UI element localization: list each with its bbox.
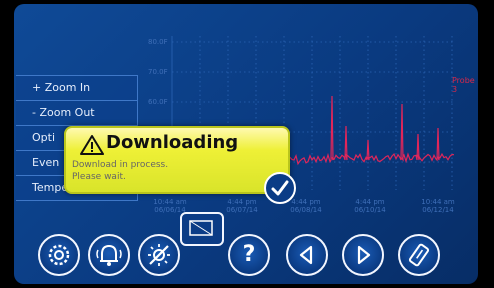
brightness-button[interactable] <box>138 234 180 276</box>
screen-icon <box>189 220 213 236</box>
checkmark-icon <box>271 180 289 196</box>
y-tick-label: 60.0F <box>148 98 168 106</box>
probe-3-trace <box>283 95 455 166</box>
device-screen-photo: 80.0F 70.0F 60.0F 10:44 am 06/06/14 4:44… <box>0 0 494 288</box>
touch-screen: 80.0F 70.0F 60.0F 10:44 am 06/06/14 4:44… <box>14 4 478 284</box>
x-tick-label: 4:44 pm 06/10/14 <box>350 198 390 214</box>
x-tick-date: 06/08/14 <box>290 206 322 214</box>
y-tick-label: 70.0F <box>148 68 168 76</box>
checkmark-button[interactable] <box>264 172 296 204</box>
download-button[interactable] <box>398 234 440 276</box>
downloading-dialog: Downloading Download in process. Please … <box>64 126 290 194</box>
usb-download-icon <box>408 243 430 267</box>
dialog-message: Please wait. <box>72 172 126 182</box>
dialog-title: Downloading <box>106 132 239 153</box>
settings-gear-icon <box>48 244 70 266</box>
help-icon: ? <box>242 242 256 267</box>
alarm-bell-icon <box>96 244 122 266</box>
y-tick-label: 80.0F <box>148 38 168 46</box>
x-tick-time: 4:44 pm <box>227 198 257 206</box>
right-arrow-icon <box>357 245 371 265</box>
x-tick-label: 10:44 am 06/12/14 <box>418 198 458 214</box>
menu-item-zoom-in[interactable]: + Zoom In <box>16 75 138 101</box>
warning-icon <box>80 135 104 155</box>
x-tick-time: 4:44 pm <box>355 198 385 206</box>
x-tick-time: 10:44 am <box>421 198 455 206</box>
x-tick-time: 10:44 am <box>153 198 187 206</box>
menu-item-zoom-out[interactable]: - Zoom Out <box>16 100 138 126</box>
previous-button[interactable] <box>286 234 328 276</box>
dialog-message: Download in process. <box>72 160 169 170</box>
left-arrow-icon <box>299 245 313 265</box>
next-button[interactable] <box>342 234 384 276</box>
settings-button[interactable] <box>38 234 80 276</box>
help-button[interactable]: ? <box>228 234 270 276</box>
x-tick-date: 06/07/14 <box>226 206 258 214</box>
x-tick-date: 06/12/14 <box>422 206 454 214</box>
x-tick-date: 06/10/14 <box>354 206 386 214</box>
alarm-button[interactable] <box>88 234 130 276</box>
brightness-off-icon <box>148 244 170 266</box>
probe-legend-label: Probe 3 <box>452 76 475 94</box>
x-tick-label: 4:44 pm 06/07/14 <box>222 198 262 214</box>
screen-button[interactable] <box>180 212 224 246</box>
